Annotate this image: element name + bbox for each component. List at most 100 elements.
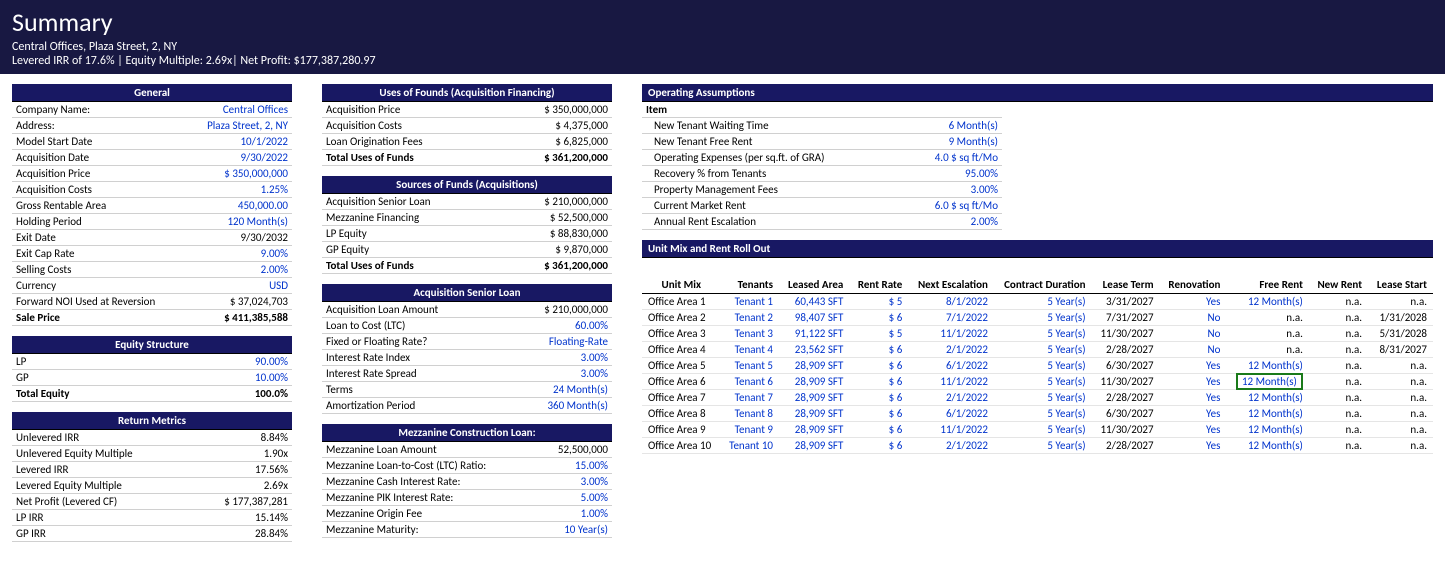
cell[interactable]: 2/1/2022 — [908, 390, 994, 406]
cell[interactable]: 12 Month(s) — [1226, 294, 1309, 310]
cell[interactable]: $ 6 — [849, 406, 908, 422]
cell[interactable]: $ 6 — [849, 390, 908, 406]
cell[interactable]: 2/28/2027 — [1092, 390, 1160, 406]
cell[interactable]: Office Area 6 — [642, 374, 721, 390]
cell[interactable]: $ 6 — [849, 358, 908, 374]
row-value[interactable]: $ 210,000,000 — [504, 302, 612, 318]
cell[interactable]: $ 6 — [849, 342, 908, 358]
cell[interactable]: 5 Year(s) — [994, 390, 1092, 406]
cell[interactable]: $ 6 — [849, 310, 908, 326]
cell[interactable]: n.a. — [1368, 358, 1433, 374]
row-value[interactable]: 5.00% — [538, 490, 612, 506]
cell[interactable]: Office Area 1 — [642, 294, 721, 310]
cell[interactable]: 12 Month(s) — [1226, 358, 1309, 374]
cell[interactable]: 2/1/2022 — [908, 438, 994, 454]
cell[interactable]: Office Area 2 — [642, 310, 721, 326]
cell[interactable]: n.a. — [1226, 310, 1309, 326]
cell[interactable]: $ 5 — [849, 294, 908, 310]
cell[interactable]: Tenant 3 — [721, 326, 779, 342]
cell[interactable]: Tenant 6 — [721, 374, 779, 390]
cell[interactable]: 28,909 SFT — [779, 390, 849, 406]
row-value[interactable]: 2.00% — [902, 214, 1002, 230]
row-value[interactable]: 3.00% — [504, 366, 612, 382]
row-value[interactable]: 6 Month(s) — [902, 118, 1002, 134]
cell[interactable]: 5 Year(s) — [994, 406, 1092, 422]
row-value[interactable]: 360 Month(s) — [504, 398, 612, 414]
cell[interactable]: Yes — [1160, 422, 1227, 438]
cell[interactable]: 7/31/2027 — [1092, 310, 1160, 326]
cell[interactable]: 28,909 SFT — [779, 422, 849, 438]
cell[interactable]: 5 Year(s) — [994, 326, 1092, 342]
cell[interactable]: n.a. — [1309, 406, 1368, 422]
cell[interactable]: 91,122 SFT — [779, 326, 849, 342]
cell[interactable]: n.a. — [1309, 422, 1368, 438]
row-value[interactable]: 15.14% — [190, 510, 292, 526]
cell[interactable]: Tenant 5 — [721, 358, 779, 374]
cell[interactable]: 5/31/2028 — [1368, 326, 1433, 342]
row-value[interactable]: 450,000.00 — [187, 198, 292, 214]
cell[interactable]: 5 Year(s) — [994, 310, 1092, 326]
row-value[interactable]: $ 6,825,000 — [494, 134, 612, 150]
cell[interactable]: 2/28/2027 — [1092, 342, 1160, 358]
cell[interactable]: 1/31/2028 — [1368, 310, 1433, 326]
cell[interactable]: Yes — [1160, 358, 1227, 374]
cell[interactable]: 60,443 SFT — [779, 294, 849, 310]
cell[interactable]: 12 Month(s) — [1226, 438, 1309, 454]
row-value[interactable]: $ 37,024,703 — [187, 294, 292, 310]
cell[interactable]: n.a. — [1309, 358, 1368, 374]
cell[interactable]: n.a. — [1226, 342, 1309, 358]
row-value[interactable]: Plaza Street, 2, NY — [187, 118, 292, 134]
row-value[interactable]: 8.84% — [190, 430, 292, 446]
row-value[interactable]: USD — [187, 278, 292, 294]
row-value[interactable]: 10 Year(s) — [538, 522, 612, 538]
row-value[interactable]: 9/30/2022 — [187, 150, 292, 166]
cell[interactable]: Tenant 2 — [721, 310, 779, 326]
cell[interactable]: Office Area 5 — [642, 358, 721, 374]
row-value[interactable]: 2.69x — [190, 478, 292, 494]
cell[interactable]: n.a. — [1309, 310, 1368, 326]
row-value[interactable]: 2.00% — [187, 262, 292, 278]
cell[interactable]: $ 6 — [849, 374, 908, 390]
row-value[interactable]: $ 177,387,281 — [190, 494, 292, 510]
row-value[interactable]: 6.0 $ sq ft/Mo — [902, 198, 1002, 214]
cell[interactable]: Office Area 9 — [642, 422, 721, 438]
cell[interactable]: n.a. — [1368, 422, 1433, 438]
cell[interactable]: 28,909 SFT — [779, 406, 849, 422]
cell[interactable]: 11/1/2022 — [908, 374, 994, 390]
row-value[interactable]: $ 350,000,000 — [494, 102, 612, 118]
row-value[interactable]: 3.00% — [902, 182, 1002, 198]
cell[interactable]: No — [1160, 310, 1227, 326]
cell[interactable]: $ 6 — [849, 422, 908, 438]
cell[interactable]: 8/31/2027 — [1368, 342, 1433, 358]
row-value[interactable]: 15.00% — [538, 458, 612, 474]
cell[interactable]: 98,407 SFT — [779, 310, 849, 326]
cell[interactable]: 11/1/2022 — [908, 326, 994, 342]
cell[interactable]: n.a. — [1309, 438, 1368, 454]
cell[interactable]: Tenant 4 — [721, 342, 779, 358]
cell[interactable]: 11/30/2027 — [1092, 422, 1160, 438]
cell[interactable]: n.a. — [1226, 326, 1309, 342]
row-value[interactable]: 52,500,000 — [538, 442, 612, 458]
row-value[interactable]: 60.00% — [504, 318, 612, 334]
cell[interactable]: n.a. — [1368, 438, 1433, 454]
cell[interactable]: Tenant 1 — [721, 294, 779, 310]
cell[interactable]: No — [1160, 342, 1227, 358]
cell[interactable]: 2/28/2027 — [1092, 438, 1160, 454]
cell[interactable]: 8/1/2022 — [908, 294, 994, 310]
cell[interactable]: 11/30/2027 — [1092, 374, 1160, 390]
cell[interactable]: n.a. — [1368, 294, 1433, 310]
cell[interactable]: Office Area 3 — [642, 326, 721, 342]
row-value[interactable]: 9/30/2032 — [187, 230, 292, 246]
row-value[interactable]: $ 52,500,000 — [499, 210, 612, 226]
cell[interactable]: Office Area 7 — [642, 390, 721, 406]
cell[interactable]: 6/1/2022 — [908, 358, 994, 374]
row-value[interactable]: $ 88,830,000 — [499, 226, 612, 242]
cell[interactable]: Tenant 8 — [721, 406, 779, 422]
cell[interactable]: 5 Year(s) — [994, 422, 1092, 438]
cell[interactable]: n.a. — [1368, 406, 1433, 422]
row-value[interactable]: 24 Month(s) — [504, 382, 612, 398]
cell[interactable]: Tenant 7 — [721, 390, 779, 406]
cell[interactable]: 5 Year(s) — [994, 358, 1092, 374]
row-value[interactable]: 4.0 $ sq ft/Mo — [902, 150, 1002, 166]
cell[interactable]: 11/1/2022 — [908, 422, 994, 438]
